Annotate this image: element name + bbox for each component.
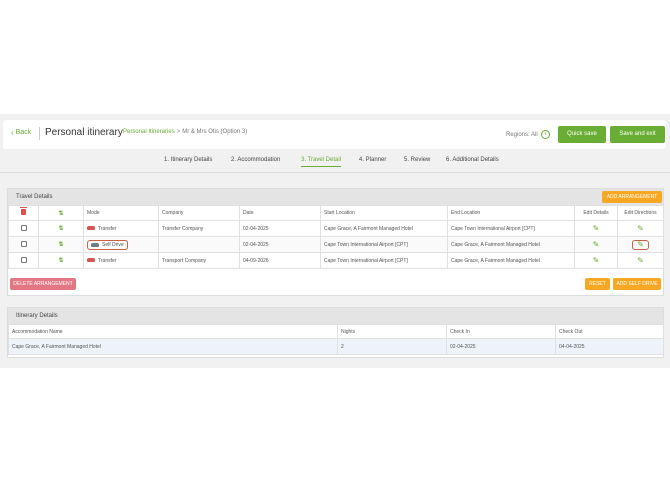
nights-cell: 2 (337, 338, 447, 355)
car-icon (87, 226, 95, 231)
check-in-cell: 02-04-2025 (446, 338, 556, 355)
company-cell: Transfer Company (158, 220, 240, 237)
column-header-accommodation-name: Accommodation Name (8, 324, 338, 339)
table-row: Cape Grace, A Fairmont Managed Hotel 2 0… (8, 338, 664, 355)
add-arrangement-button[interactable]: ADD ARRANGEMENT (602, 191, 662, 203)
mode-label: Self Drive (102, 241, 124, 248)
car-icon (91, 242, 99, 247)
delete-column-header (8, 205, 39, 221)
row-checkbox[interactable] (20, 257, 27, 264)
column-header-check-in: Check In (446, 324, 556, 339)
chevron-left-icon: ‹ (11, 128, 14, 137)
end-location-cell: Cape Grace, A Fairmont Managed Hotel (447, 252, 575, 269)
back-link[interactable]: ‹ Back (11, 128, 31, 137)
travel-details-title: Travel Details (8, 189, 663, 205)
start-location-cell: Cape Town International Airport [CPT] (320, 252, 448, 269)
company-cell: Transport Company (158, 252, 240, 269)
car-icon (87, 258, 95, 263)
travel-details-panel: Travel Details ADD ARRANGEMENT ⇅ Mode Co… (7, 188, 664, 296)
sort-arrows-icon: ⇅ (58, 210, 64, 217)
tab-additional-details[interactable]: 6. Additional Details (446, 157, 499, 163)
delete-arrangement-button[interactable]: DELETE ARRANGEMENT (10, 278, 76, 290)
tab-review[interactable]: 5. Review (404, 157, 430, 163)
column-header-check-out: Check Out (555, 324, 664, 339)
end-location-cell: Cape Town International Airport [CPT] (447, 220, 575, 237)
end-location-cell: Cape Grace, A Fairmont Managed Hotel (447, 236, 575, 253)
check-out-cell: 04-04-2025 (555, 338, 664, 355)
table-header-row: Accommodation Name Nights Check In Check… (8, 324, 664, 339)
edit-directions-pencil-icon[interactable]: ✎ (637, 224, 644, 233)
trash-icon[interactable] (20, 207, 27, 215)
drag-handle-icon[interactable]: ⇅ (58, 258, 63, 264)
column-header-mode: Mode (83, 205, 159, 221)
column-header-date: Date (239, 205, 321, 221)
table-row: ⇅ Transfer Transfer Company 02-04-2025 C… (8, 220, 664, 237)
reset-button[interactable]: RESET (585, 278, 610, 290)
tab-planner[interactable]: 4. Planner (359, 157, 386, 163)
column-header-nights: Nights (337, 324, 447, 339)
itinerary-details-title: Itinerary Details (8, 308, 663, 324)
self-drive-highlight: Self Drive (87, 239, 128, 250)
edit-details-pencil-icon[interactable]: ✎ (593, 240, 600, 249)
table-header-row: ⇅ Mode Company Date Start Location End L… (8, 205, 664, 221)
company-cell (158, 236, 240, 253)
step-tabs: 1. Itinerary Details 2. Accommodation 3.… (0, 157, 670, 171)
date-cell: 02-04-2025 (239, 236, 321, 253)
header-divider (39, 127, 40, 140)
date-cell: 02-04-2025 (239, 220, 321, 237)
regions-label: Regions: All (506, 131, 538, 138)
column-header-edit-directions: Edit Directions (617, 205, 664, 221)
mode-label: Transfer (98, 257, 117, 264)
edit-directions-pencil-icon[interactable]: ✎ (637, 240, 644, 249)
column-header-start-location: Start Location (320, 205, 448, 221)
quick-save-button[interactable]: Quick save (558, 126, 606, 143)
start-location-cell: Cape Town International Airport [CPT] (320, 236, 448, 253)
steps-divider (0, 172, 670, 173)
drag-handle-icon[interactable]: ⇅ (58, 226, 63, 232)
itinerary-details-panel: Itinerary Details Accommodation Name Nig… (7, 307, 664, 358)
regions-indicator: Regions: All i (506, 130, 550, 139)
edit-details-pencil-icon[interactable]: ✎ (593, 224, 600, 233)
table-row: ⇅ Transfer Transport Company 04-09-2026 … (8, 252, 664, 269)
edit-directions-pencil-icon[interactable]: ✎ (637, 256, 644, 265)
accommodation-name-cell: Cape Grace, A Fairmont Managed Hotel (8, 338, 338, 355)
save-and-exit-button[interactable]: Save and exit (610, 126, 665, 143)
start-location-cell: Cape Grace, A Fairmont Managed Hotel (320, 220, 448, 237)
app-frame: ‹ Back Personal itinerary Personal Itine… (0, 114, 670, 368)
sort-column-header: ⇅ (38, 205, 84, 221)
edit-directions-highlight: ✎ (632, 239, 649, 250)
table-row: ⇅ Self Drive 02-04-2025 Cape Town Intern… (8, 236, 664, 253)
drag-handle-icon[interactable]: ⇅ (58, 242, 63, 248)
travel-table: ⇅ Mode Company Date Start Location End L… (8, 205, 664, 269)
row-checkbox[interactable] (20, 241, 27, 248)
column-header-company: Company (158, 205, 240, 221)
top-header: ‹ Back Personal itinerary Personal Itine… (3, 120, 666, 149)
tab-itinerary-details[interactable]: 1. Itinerary Details (164, 157, 212, 163)
breadcrumb: Personal Itineraries > Mr & Mrs Otis (Opti… (123, 129, 247, 135)
column-header-edit-details: Edit Details (574, 205, 618, 221)
info-icon[interactable]: i (540, 130, 550, 139)
breadcrumb-section[interactable]: Personal Itineraries (123, 129, 175, 135)
mode-label: Transfer (98, 225, 117, 232)
add-self-drive-button[interactable]: ADD SELF DRIVE (613, 278, 661, 290)
row-checkbox[interactable] (20, 225, 27, 232)
column-header-end-location: End Location (447, 205, 575, 221)
edit-details-pencil-icon[interactable]: ✎ (593, 256, 600, 265)
page-title: Personal itinerary (45, 127, 123, 138)
date-cell: 04-09-2026 (239, 252, 321, 269)
back-label: Back (15, 129, 32, 136)
tab-accommodation[interactable]: 2. Accommodation (231, 157, 280, 163)
tab-travel-detail[interactable]: 3. Travel Detail (301, 157, 342, 167)
itinerary-table: Accommodation Name Nights Check In Check… (8, 324, 664, 355)
breadcrumb-client: Mr & Mrs Otis (Option 3) (182, 129, 248, 135)
breadcrumb-separator: > (176, 129, 181, 135)
